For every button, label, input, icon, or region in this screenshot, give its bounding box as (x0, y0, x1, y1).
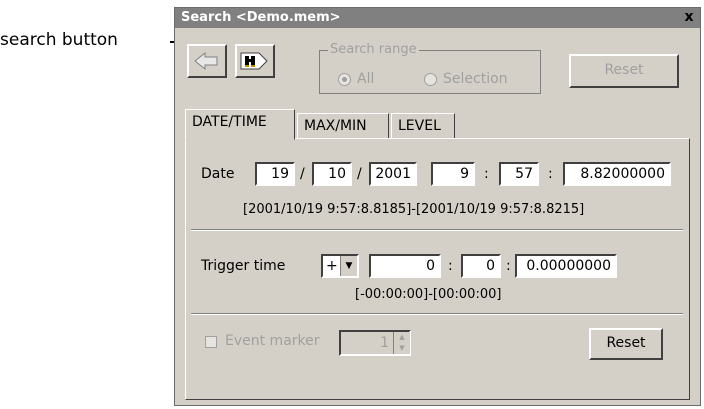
date-separator-1: / (300, 166, 305, 182)
date-month-field[interactable]: 10 (312, 162, 352, 186)
trigger-sign-value: + (326, 258, 338, 274)
time-minute-field[interactable]: 57 (499, 162, 539, 186)
search-button-callout: search button (0, 30, 118, 50)
search-dialog: Search <Demo.mem> x Search range All Sel… (174, 7, 701, 406)
close-icon[interactable]: x (682, 10, 696, 24)
trigger-seconds-field[interactable]: 0.00000000 (515, 254, 617, 278)
separator-2 (191, 313, 683, 315)
event-marker-spinner[interactable]: 1 ▲ ▼ (339, 330, 411, 356)
trigger-minutes-field[interactable]: 0 (461, 254, 501, 278)
event-marker-label: Event marker (225, 333, 320, 349)
tab-date-time[interactable]: DATE/TIME (185, 109, 295, 140)
radio-selection-label: Selection (443, 71, 508, 87)
back-arrow-icon (194, 51, 218, 71)
spin-down-icon[interactable]: ▼ (393, 343, 410, 354)
date-year-field[interactable]: 2001 (369, 162, 417, 186)
window-title: Search <Demo.mem> (181, 10, 341, 25)
chevron-down-icon[interactable]: ▼ (340, 256, 357, 276)
date-label: Date (201, 166, 235, 182)
trigger-range-text: [-00:00:00]-[00:00:00] (355, 287, 502, 302)
event-marker-value: 1 (380, 335, 389, 351)
trigger-hours-field[interactable]: 0 (369, 254, 441, 278)
trigger-colon-2: : (506, 258, 511, 274)
date-day-field[interactable]: 19 (255, 162, 295, 186)
time-hour-field[interactable]: 9 (431, 162, 475, 186)
time-second-field[interactable]: 8.82000000 (563, 162, 671, 186)
trigger-colon-1: : (448, 258, 453, 274)
search-range-title: Search range (328, 42, 419, 57)
radio-all-label: All (357, 71, 375, 87)
date-separator-2: / (357, 166, 362, 182)
tab-level[interactable]: LEVEL (391, 113, 455, 139)
search-range-group: Search range All Selection (319, 42, 541, 94)
radio-all-indicator[interactable] (338, 72, 351, 86)
trigger-time-label: Trigger time (201, 258, 286, 274)
radio-all[interactable]: All (338, 71, 374, 87)
binoculars-icon (240, 52, 268, 70)
radio-selection-indicator[interactable] (424, 72, 437, 86)
reset-button[interactable]: Reset (589, 328, 663, 360)
time-colon-2: : (548, 166, 553, 182)
date-range-text: [2001/10/19 9:57:8.8185]-[2001/10/19 9:5… (243, 202, 585, 217)
trigger-sign-select[interactable]: + ▼ (321, 254, 359, 278)
spin-up-icon[interactable]: ▲ (393, 332, 410, 343)
tab-max-min[interactable]: MAX/MIN (297, 113, 389, 139)
event-marker-checkbox[interactable] (205, 336, 217, 348)
spinner-buttons: ▲ ▼ (393, 332, 410, 354)
time-colon-1: : (484, 166, 489, 182)
search-button[interactable] (235, 44, 275, 78)
title-bar: Search <Demo.mem> x (175, 8, 700, 28)
separator-1 (191, 229, 683, 231)
radio-selection[interactable]: Selection (424, 71, 508, 87)
back-button[interactable] (187, 44, 227, 78)
reset-range-button[interactable]: Reset (569, 54, 679, 88)
